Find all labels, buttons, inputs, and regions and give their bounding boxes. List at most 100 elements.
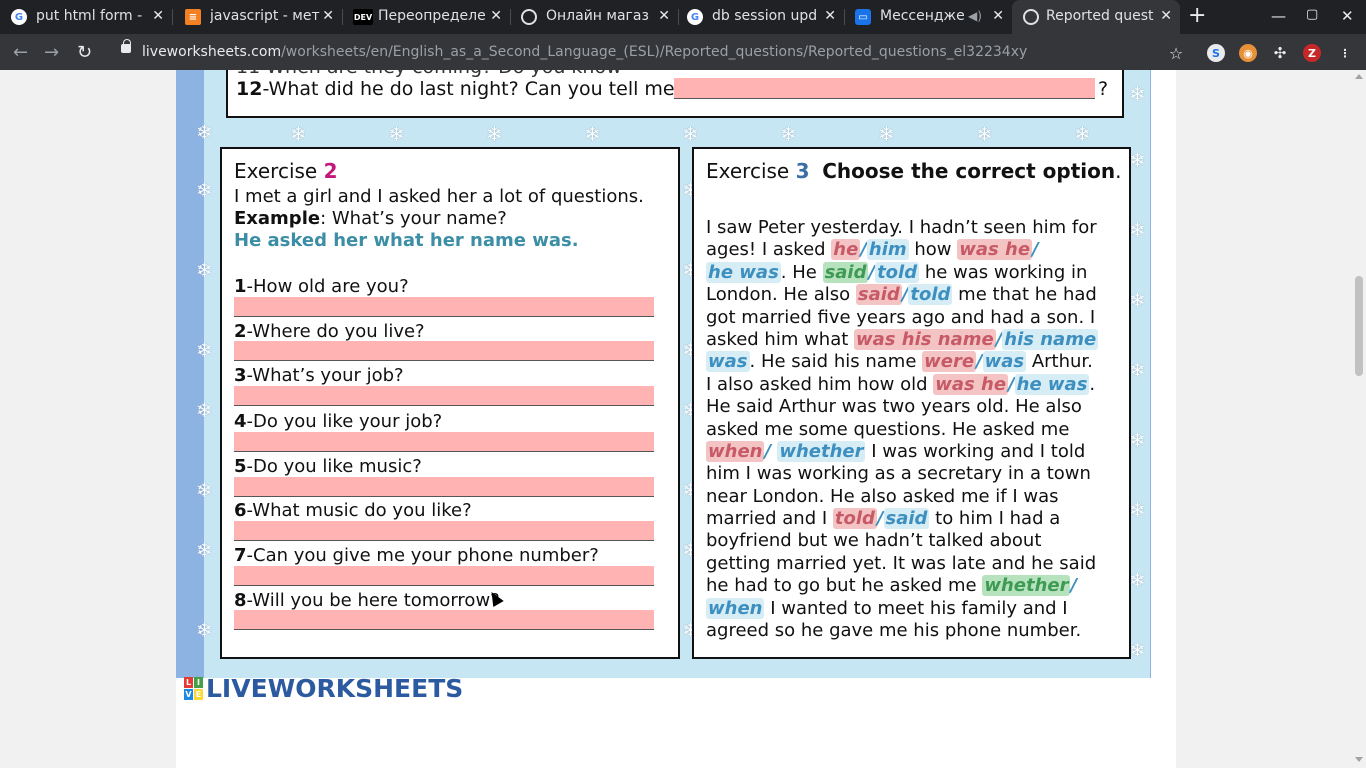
profile-avatar-icon[interactable]: Z (1303, 44, 1321, 62)
reload-icon[interactable]: ↻ (77, 42, 92, 63)
exercise-2-box: Exercise 2 I met a girl and I asked her … (220, 147, 680, 659)
scrollbar-thumb[interactable] (1355, 276, 1363, 376)
tab-4[interactable]: G db session upd ✕ (676, 0, 845, 34)
menu-kebab-icon[interactable]: ⋮ (1336, 44, 1354, 62)
snowflake-icon: ❄ (1129, 148, 1146, 172)
new-tab-button[interactable]: + (1188, 3, 1206, 28)
close-tab-icon[interactable]: ✕ (490, 8, 502, 24)
answer-field-2[interactable] (234, 341, 654, 361)
answer-field-5[interactable] (234, 477, 654, 497)
answer-option[interactable]: was (982, 351, 1027, 373)
star-bookmark-icon[interactable]: ☆ (1167, 44, 1185, 63)
answer-field-12[interactable] (674, 78, 1095, 99)
option-separator: / (1032, 239, 1039, 261)
tab-6-active[interactable]: Reported quest ✕ (1012, 0, 1180, 34)
answer-field-7[interactable] (234, 566, 654, 586)
answer-option[interactable]: told (832, 508, 877, 530)
dev-icon: DEV (353, 9, 373, 25)
question-2: 2-Where do you live? (234, 321, 425, 342)
answer-option[interactable]: his name (1002, 328, 1099, 350)
close-window-icon[interactable]: ✕ (1341, 7, 1354, 25)
google-icon: G (687, 9, 703, 25)
extension-owl-icon[interactable]: ◉ (1239, 44, 1257, 62)
snowflake-icon: ❄ (780, 122, 797, 146)
close-tab-icon[interactable]: ✕ (322, 8, 334, 24)
answer-field-3[interactable] (234, 386, 654, 406)
snowflake-icon: ❄ (196, 478, 213, 502)
answer-option[interactable]: whether (777, 440, 866, 462)
extension-s-icon[interactable]: S (1207, 44, 1225, 62)
tab-3[interactable]: Онлайн магаз ✕ (510, 0, 679, 34)
answer-option[interactable]: when (706, 440, 765, 462)
answer-option[interactable]: him (866, 239, 909, 261)
answer-option[interactable]: he (831, 239, 861, 261)
exercise-2-example-answer: He asked her what her name was. (234, 230, 579, 251)
forward-arrow-icon[interactable]: → (44, 42, 59, 63)
close-tab-icon[interactable]: ✕ (1160, 8, 1172, 24)
question-8: 8-Will you be here tomorrow? (234, 590, 500, 611)
close-tab-icon[interactable]: ✕ (152, 8, 164, 24)
answer-option[interactable]: said (883, 508, 930, 530)
answer-option[interactable]: said (855, 284, 902, 306)
scroll-up-arrow-icon[interactable] (1355, 74, 1363, 79)
paragraph-line: ages! I asked he / him how was he / (706, 239, 1126, 261)
extensions-puzzle-icon[interactable]: ✣ (1271, 44, 1289, 62)
maximize-icon[interactable]: ▢ (1306, 7, 1318, 22)
tab-title: db session upd (712, 8, 818, 24)
answer-option[interactable]: were (922, 351, 977, 373)
answer-option[interactable]: was he (933, 373, 1009, 395)
answer-option[interactable]: was he (957, 239, 1033, 261)
answer-field-4[interactable] (234, 432, 654, 452)
question-6: 6-What music do you like? (234, 500, 472, 521)
answer-option[interactable]: whether (982, 575, 1071, 597)
close-tab-icon[interactable]: ✕ (992, 8, 1004, 24)
vertical-scrollbar[interactable] (1352, 70, 1366, 768)
answer-option[interactable]: when (706, 597, 765, 619)
answer-option[interactable]: he was (706, 261, 781, 283)
minimize-icon[interactable]: — (1271, 7, 1286, 25)
tab-2[interactable]: DEV Переопределе ✕ (342, 0, 511, 34)
tab-title: Мессендже (880, 8, 965, 24)
scroll-down-arrow-icon[interactable] (1355, 757, 1363, 762)
question-12: 12-What did he do last night? Can you te… (236, 78, 675, 100)
snowflake-icon: ❄ (682, 122, 699, 146)
paragraph-text: asked him what (706, 328, 855, 350)
back-arrow-icon[interactable]: ← (13, 42, 28, 63)
snowflake-icon: ❄ (1129, 82, 1146, 106)
tab-0[interactable]: G put html form - ✕ (0, 0, 173, 34)
paragraph-line: got married five years ago and had a son… (706, 307, 1126, 329)
snowflake-icon: ❄ (196, 338, 213, 362)
answer-option[interactable]: told (908, 284, 953, 306)
answer-option[interactable]: said (822, 261, 869, 283)
lock-icon[interactable] (121, 39, 131, 53)
snowflake-icon: ❄ (486, 122, 503, 146)
liveworksheets-logo[interactable]: L I V E LIVEWORKSHEETS (184, 674, 463, 703)
snowflake-icon: ❄ (1129, 288, 1146, 312)
speaker-icon[interactable]: ◀) (968, 9, 982, 23)
question-11: 11-When are they coming? Do you know (236, 70, 622, 78)
answer-option[interactable]: was (706, 351, 750, 373)
snowflake-icon: ❄ (290, 122, 307, 146)
answer-field-8[interactable] (234, 610, 654, 630)
close-tab-icon[interactable]: ✕ (658, 8, 670, 24)
tab-5[interactable]: ▭ Мессендже ◀) ✕ (844, 0, 1012, 34)
snowflake-icon: ❄ (388, 122, 405, 146)
paragraph-text: . (1089, 373, 1096, 395)
question-12-end: ? (1098, 78, 1109, 100)
url-text[interactable]: liveworksheets.com/worksheets/en/English… (142, 44, 1027, 60)
answer-option[interactable]: told (875, 261, 920, 283)
tab-1[interactable]: ≡ javascript - мет ✕ (174, 0, 343, 34)
exercise-3-paragraph: I saw Peter yesterday. I hadn’t seen him… (706, 217, 1126, 642)
answer-option[interactable]: he was (1014, 373, 1090, 395)
paragraph-text: . He (780, 261, 823, 283)
paragraph-line: was. He said his name were / was Arthur. (706, 351, 1126, 373)
paragraph-text: Arthur. (1026, 351, 1093, 373)
snowflake-icon: ❄ (196, 120, 213, 144)
paragraph-line: asked me some questions. He asked me (706, 419, 1126, 441)
answer-field-1[interactable] (234, 297, 654, 317)
close-tab-icon[interactable]: ✕ (824, 8, 836, 24)
answer-option[interactable]: was his name (854, 328, 996, 350)
paragraph-text: . He said his name (749, 351, 923, 373)
answer-field-6[interactable] (234, 521, 654, 541)
paragraph-line: he was. He said / told he was working in (706, 261, 1126, 284)
